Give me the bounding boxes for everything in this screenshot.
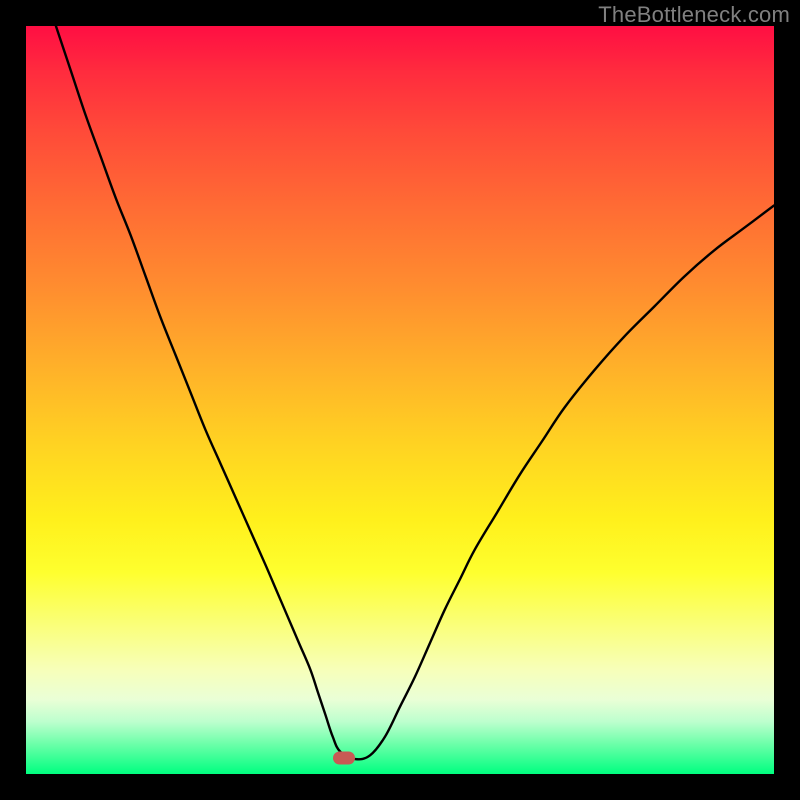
plot-area [26,26,774,774]
watermark-text: TheBottleneck.com [598,2,790,28]
bottleneck-curve [26,26,774,774]
chart-frame: TheBottleneck.com [0,0,800,800]
optimum-marker [333,751,355,764]
